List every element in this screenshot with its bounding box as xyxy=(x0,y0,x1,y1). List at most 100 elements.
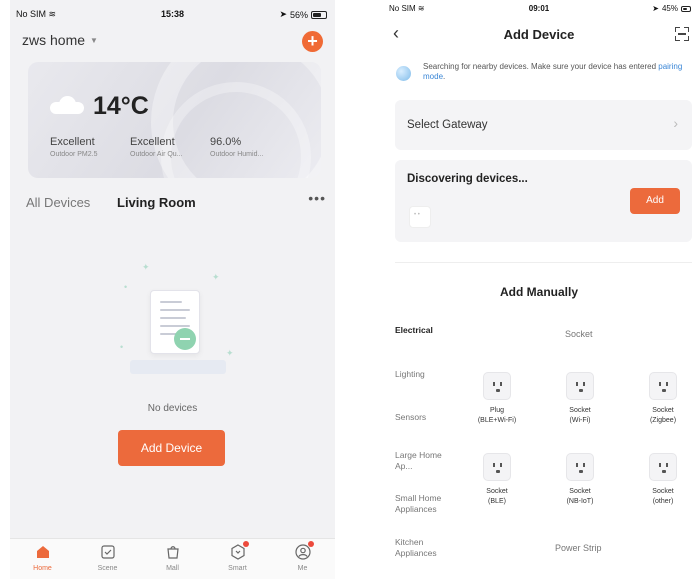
sparkle-icon: ✦ xyxy=(142,262,150,272)
temperature: 14°C xyxy=(93,92,149,120)
home-icon xyxy=(36,546,49,558)
nav-smart[interactable]: Smart xyxy=(205,539,270,579)
nav-mall[interactable]: Mall xyxy=(140,539,205,579)
category-small-home-appliances[interactable]: Small Home Appliances xyxy=(395,493,455,515)
nav-header: ‹ Add Device xyxy=(385,22,693,46)
socket-section-title: Socket xyxy=(565,329,593,339)
nav-label: Scene xyxy=(97,565,118,572)
device-name: Plug (BLE+Wi-Fi) xyxy=(477,407,517,424)
nav-scene[interactable]: Scene xyxy=(75,539,140,579)
notification-dot xyxy=(242,541,249,547)
device-name: Socket (Zigbee) xyxy=(649,407,677,424)
mall-icon xyxy=(166,546,179,559)
socket-icon xyxy=(483,453,511,481)
sparkle-icon: ✦ xyxy=(212,272,220,282)
location-icon: ➤ xyxy=(652,4,659,13)
nav-me[interactable]: Me xyxy=(270,539,335,579)
status-bar: No SIM ≋ 15:38 ➤ 56% xyxy=(10,0,335,28)
nav-label: Home xyxy=(33,565,52,572)
device-name: Socket (BLE) xyxy=(486,488,508,505)
sparkle-icon: ✦ xyxy=(226,348,234,358)
cloud-icon xyxy=(50,96,84,114)
nav-label: Me xyxy=(297,565,308,572)
more-icon[interactable]: ••• xyxy=(308,190,326,206)
add-icon-button[interactable]: + xyxy=(302,31,323,52)
stat-label: Outdoor PM2.5 xyxy=(50,151,98,158)
add-device-screen: No SIM ≋ 09:01 ➤ 45% ‹ Add Device Search… xyxy=(385,0,693,579)
stat-value: Excellent xyxy=(130,136,175,148)
add-manually-title: Add Manually xyxy=(499,285,578,299)
battery-icon xyxy=(311,10,327,19)
battery-icon xyxy=(681,5,691,12)
battery-indicator: ➤ 45% xyxy=(652,4,691,13)
category-sensors[interactable]: Sensors xyxy=(395,412,426,423)
chevron-right-icon: › xyxy=(673,115,678,131)
me-icon xyxy=(294,544,311,560)
page-title: Add Device xyxy=(503,27,575,42)
smart-icon-wrap xyxy=(230,541,249,560)
device-name: Socket (other) xyxy=(652,488,674,505)
discovering-card: Discovering devices... Add xyxy=(395,160,692,242)
weather-card[interactable]: 14°C Excellent Outdoor PM2.5 Excellent O… xyxy=(28,62,321,178)
category-electrical[interactable]: Electrical xyxy=(395,325,433,336)
scene-icon xyxy=(100,545,115,559)
device-socket-ble[interactable]: Socket (BLE) xyxy=(467,453,527,507)
smart-icon xyxy=(230,544,245,560)
socket-icon xyxy=(483,372,511,400)
weather-stat-humidity: 96.0% Outdoor Humid... xyxy=(210,136,263,158)
stat-label: Outdoor Air Qu... xyxy=(130,151,183,158)
category-large-home-appliances[interactable]: Large Home Ap... xyxy=(395,450,447,472)
stat-value: Excellent xyxy=(50,136,95,148)
home-screen: No SIM ≋ 15:38 ➤ 56% zws home ▼ + 14°C E… xyxy=(10,0,335,579)
status-bar: No SIM ≋ 09:01 ➤ 45% xyxy=(385,0,693,16)
device-name: Socket (NB-IoT) xyxy=(566,488,594,505)
tab-all-devices[interactable]: All Devices xyxy=(26,195,90,210)
status-time: 09:01 xyxy=(528,4,550,13)
home-name: zws home xyxy=(22,32,86,48)
divider xyxy=(395,262,692,263)
weather-stat-air: Excellent Outdoor Air Qu... xyxy=(130,136,183,158)
power-strip-section-title: Power Strip xyxy=(555,543,602,553)
device-socket-zigbee[interactable]: Socket (Zigbee) xyxy=(633,372,693,426)
empty-state-text: No devices xyxy=(147,403,198,414)
location-icon: ➤ xyxy=(279,9,287,19)
discovered-device-icon xyxy=(409,206,431,228)
socket-icon xyxy=(649,453,677,481)
category-kitchen-appliances[interactable]: Kitchen Appliances xyxy=(395,537,447,559)
minus-circle-icon xyxy=(174,328,196,350)
notification-dot xyxy=(307,541,314,547)
tab-living-room[interactable]: Living Room xyxy=(117,195,196,210)
home-selector[interactable]: zws home ▼ xyxy=(22,32,98,48)
device-name: Socket (Wi-Fi) xyxy=(569,407,591,424)
socket-icon xyxy=(566,372,594,400)
discovering-label: Discovering devices... xyxy=(407,173,528,185)
category-lighting[interactable]: Lighting xyxy=(395,369,425,380)
add-device-button[interactable]: Add Device xyxy=(118,430,225,466)
empty-state-illustration: ✦ ✦ • ✦ • xyxy=(120,262,240,387)
device-socket-nb-iot[interactable]: Socket (NB-IoT) xyxy=(550,453,610,507)
room-tabs: All Devices Living Room ••• xyxy=(26,190,326,213)
sparkle-icon: • xyxy=(124,282,128,292)
search-hint: Searching for nearby devices. Make sure … xyxy=(395,62,685,82)
search-hint-end: . xyxy=(443,72,446,81)
device-socket-other[interactable]: Socket (other) xyxy=(633,453,693,507)
battery-percent: 45% xyxy=(661,4,678,13)
stat-value: 96.0% xyxy=(210,136,242,148)
select-gateway-row[interactable]: Select Gateway › xyxy=(395,100,692,150)
device-socket-wifi[interactable]: Socket (Wi-Fi) xyxy=(550,372,610,426)
gateway-label: Select Gateway xyxy=(407,119,488,131)
device-plug-ble-wifi[interactable]: Plug (BLE+Wi-Fi) xyxy=(467,372,527,426)
me-icon-wrap xyxy=(294,541,314,560)
nav-home[interactable]: Home xyxy=(10,539,75,579)
search-hint-text: Searching for nearby devices. Make sure … xyxy=(423,62,657,71)
battery-indicator: ➤ 56% xyxy=(279,9,327,20)
weather-stat-pm25: Excellent Outdoor PM2.5 xyxy=(50,136,97,158)
chevron-down-icon: ▼ xyxy=(90,35,98,45)
socket-icon xyxy=(566,453,594,481)
illustration-base xyxy=(130,360,226,374)
add-button[interactable]: Add xyxy=(630,188,680,214)
nav-label: Mall xyxy=(166,565,179,572)
bottom-nav: Home Scene Mall Smart Me xyxy=(10,538,335,579)
battery-percent: 56% xyxy=(289,9,308,20)
scan-icon[interactable] xyxy=(675,27,689,41)
